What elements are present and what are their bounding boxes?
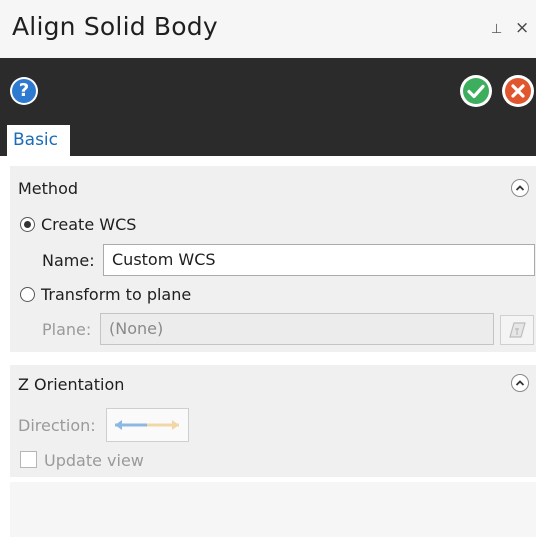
tab-basic[interactable]: Basic (7, 125, 70, 156)
toolbar (0, 58, 536, 119)
name-label: Name: (42, 251, 95, 270)
panel-title: Align Solid Body (12, 12, 218, 41)
empty-panel-area (10, 482, 536, 537)
plane-field[interactable]: (None) (100, 313, 494, 345)
transform-to-plane-radio[interactable] (20, 287, 35, 302)
transform-to-plane-label[interactable]: Transform to plane (41, 285, 191, 304)
cancel-button[interactable] (502, 75, 534, 107)
direction-arrows-icon (115, 420, 179, 430)
x-icon (505, 78, 531, 104)
collapse-z-orientation-button[interactable] (511, 374, 529, 392)
plane-picker-icon (509, 322, 526, 338)
update-view-checkbox[interactable] (20, 451, 37, 468)
ok-button[interactable] (460, 75, 492, 107)
pick-plane-button[interactable] (500, 315, 534, 345)
tab-basic-label: Basic (13, 130, 59, 150)
help-button[interactable]: ? (10, 77, 38, 105)
create-wcs-label[interactable]: Create WCS (41, 215, 136, 234)
help-icon: ? (12, 79, 36, 103)
method-title: Method (18, 179, 79, 198)
plane-label: Plane: (42, 320, 92, 339)
close-icon[interactable]: × (515, 18, 529, 38)
tab-strip (0, 119, 536, 156)
chevron-up-icon (515, 380, 525, 386)
collapse-method-button[interactable] (511, 179, 529, 197)
checkmark-icon (463, 78, 489, 104)
direction-button[interactable] (106, 408, 189, 442)
chevron-up-icon (515, 185, 525, 191)
update-view-label[interactable]: Update view (44, 451, 144, 470)
name-field[interactable]: Custom WCS (103, 244, 535, 276)
z-orientation-title: Z Orientation (18, 375, 125, 394)
pin-icon[interactable]: ⊥ (491, 22, 502, 37)
direction-label: Direction: (18, 416, 96, 435)
create-wcs-radio[interactable] (20, 217, 35, 232)
radio-selected-dot (24, 221, 31, 228)
title-bar: Align Solid Body ⊥ × (0, 0, 536, 58)
